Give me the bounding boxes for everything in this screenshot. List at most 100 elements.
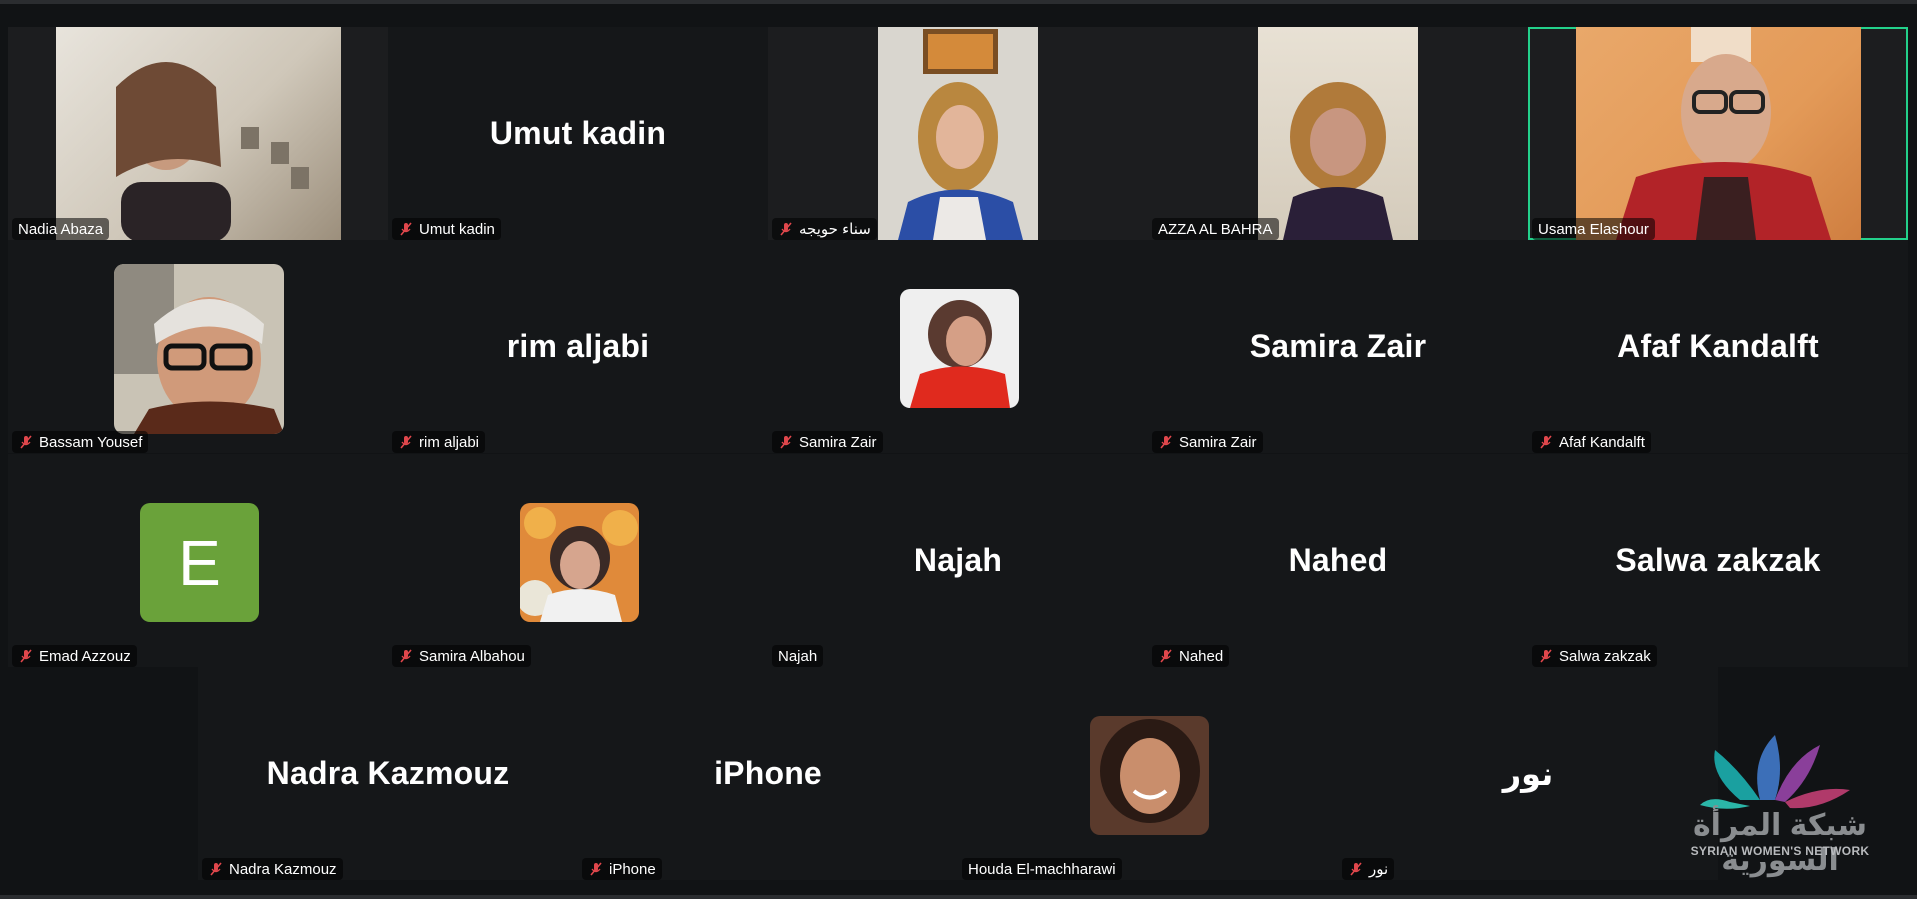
participant-tile-rim-aljabi[interactable]: rim aljabi rim aljabi [388,240,768,453]
participant-name: Samira Zair [799,433,877,451]
participant-name: Usama Elashour [1538,220,1649,238]
participant-tile-umut-kadin[interactable]: Umut kadin Umut kadin [388,27,768,240]
participant-name: Emad Azzouz [39,647,131,665]
person-silhouette [1100,719,1200,823]
participant-video [1576,27,1861,240]
person-silhouette [1283,82,1393,240]
mic-muted-icon [1540,435,1552,449]
logo-arabic-text: شبكة المرأة السورية [1692,809,1868,877]
display-name: Najah [913,542,1003,578]
participant-name: Samira Zair [1179,433,1257,451]
participant-tile-nadra-kazmouz[interactable]: Nadra Kazmouz Nadra Kazmouz [198,667,578,880]
mic-muted-icon [1350,862,1362,876]
participant-tile-samira-zair-photo[interactable]: Samira Zair [768,240,1148,453]
profile-picture [520,503,639,622]
name-tag: Samira Zair [1152,431,1263,453]
display-name: Nahed [1288,542,1388,578]
participant-video [878,27,1038,240]
display-name: Nadra Kazmouz [266,755,510,791]
initial-avatar: E [140,503,259,622]
participant-name: iPhone [609,860,656,878]
profile-picture [900,289,1019,408]
mic-muted-icon [1540,649,1552,663]
display-name: iPhone [714,755,822,791]
video-tile-sanaa[interactable]: سناء حويجه [768,27,1148,240]
participant-name: نور [1369,861,1389,878]
participant-name: rim aljabi [419,433,480,451]
participant-tile-samira-albahou[interactable]: Samira Albahou [388,454,768,667]
participant-tile-houda-el-machharawi[interactable]: Houda El-machharawi [958,667,1338,880]
participant-name: Salwa zakzak [1559,647,1651,665]
participant-tile-iphone[interactable]: iPhone iPhone [578,667,958,880]
mic-muted-icon [20,649,32,663]
mic-muted-icon [780,435,792,449]
participant-tile-noor[interactable]: نور نور [1338,667,1718,880]
name-tag: Nadra Kazmouz [202,858,343,880]
mic-muted-icon [20,435,32,449]
mic-muted-icon [1160,435,1172,449]
display-name: rim aljabi [506,328,650,364]
name-tag: Emad Azzouz [12,645,137,667]
name-tag: Samira Albahou [392,645,531,667]
participant-name: سناء حويجه [799,221,871,238]
display-name: Samira Zair [1249,328,1427,364]
participant-name: Bassam Yousef [39,433,143,451]
participant-name: Houda El-machharawi [968,860,1116,878]
flower-logo-icon [1700,735,1850,809]
name-tag: Usama Elashour [1532,218,1655,240]
display-name: نور [1502,755,1554,792]
name-tag: Samira Zair [772,431,883,453]
person-silhouette [114,264,284,434]
participant-tile-afaf-kandalft[interactable]: Afaf Kandalft Afaf Kandalft [1528,240,1908,453]
name-tag: Najah [772,645,824,667]
participant-name: AZZA AL BAHRA [1158,220,1273,238]
participant-name: Afaf Kandalft [1559,433,1645,451]
name-tag: Nahed [1152,645,1230,667]
mic-muted-icon [400,649,412,663]
name-tag: Salwa zakzak [1532,645,1657,667]
person-silhouette [520,507,638,622]
participant-tile-najah[interactable]: Najah Najah [768,454,1148,667]
display-name: Afaf Kandalft [1617,328,1819,364]
person-silhouette [116,62,309,240]
name-tag: Nadia Abaza [12,218,110,240]
video-tile-azza-al-bahra[interactable]: AZZA AL BAHRA [1148,27,1528,240]
mic-muted-icon [780,222,792,236]
participant-name: Samira Albahou [419,647,525,665]
name-tag: Bassam Yousef [12,431,149,453]
person-silhouette [898,29,1023,240]
syrian-womens-network-logo: شبكة المرأة السورية SYRIAN WOMEN'S NETWO… [1680,730,1880,877]
participant-tile-emad-azzouz[interactable]: E Emad Azzouz [8,454,388,667]
mic-muted-icon [210,862,222,876]
video-tile-nadia-abaza[interactable]: Nadia Abaza [8,27,388,240]
name-tag: iPhone [582,858,662,880]
participant-tile-salwa-zakzak[interactable]: Salwa zakzak Salwa zakzak [1528,454,1908,667]
mic-muted-icon [1160,649,1172,663]
profile-picture [114,264,284,434]
name-tag: Umut kadin [392,218,501,240]
name-tag: AZZA AL BAHRA [1152,218,1279,240]
display-name: Umut kadin [489,115,667,151]
name-tag: Houda El-machharawi [962,858,1122,880]
name-tag: rim aljabi [392,431,486,453]
profile-picture [1090,716,1209,835]
participant-name: Umut kadin [419,220,495,238]
name-tag: Afaf Kandalft [1532,431,1651,453]
participant-name: Najah [778,647,818,665]
mic-muted-icon [590,862,602,876]
avatar-initial: E [178,526,221,599]
participant-tile-bassam-yousef[interactable]: Bassam Yousef [8,240,388,453]
participant-video [1258,27,1418,240]
name-tag: سناء حويجه [772,218,877,240]
participant-tile-samira-zair[interactable]: Samira Zair Samira Zair [1148,240,1528,453]
participant-name: Nadra Kazmouz [229,860,337,878]
participant-video [56,27,341,240]
video-tile-usama-elashour[interactable]: Usama Elashour [1528,27,1908,240]
person-silhouette [1616,27,1831,240]
participant-name: Nahed [1179,647,1224,665]
participant-tile-nahed[interactable]: Nahed Nahed [1148,454,1528,667]
display-name: Salwa zakzak [1615,542,1821,578]
person-silhouette [910,300,1010,408]
logo-english-text: SYRIAN WOMEN'S NETWORK [1690,844,1870,858]
mic-muted-icon [400,435,412,449]
